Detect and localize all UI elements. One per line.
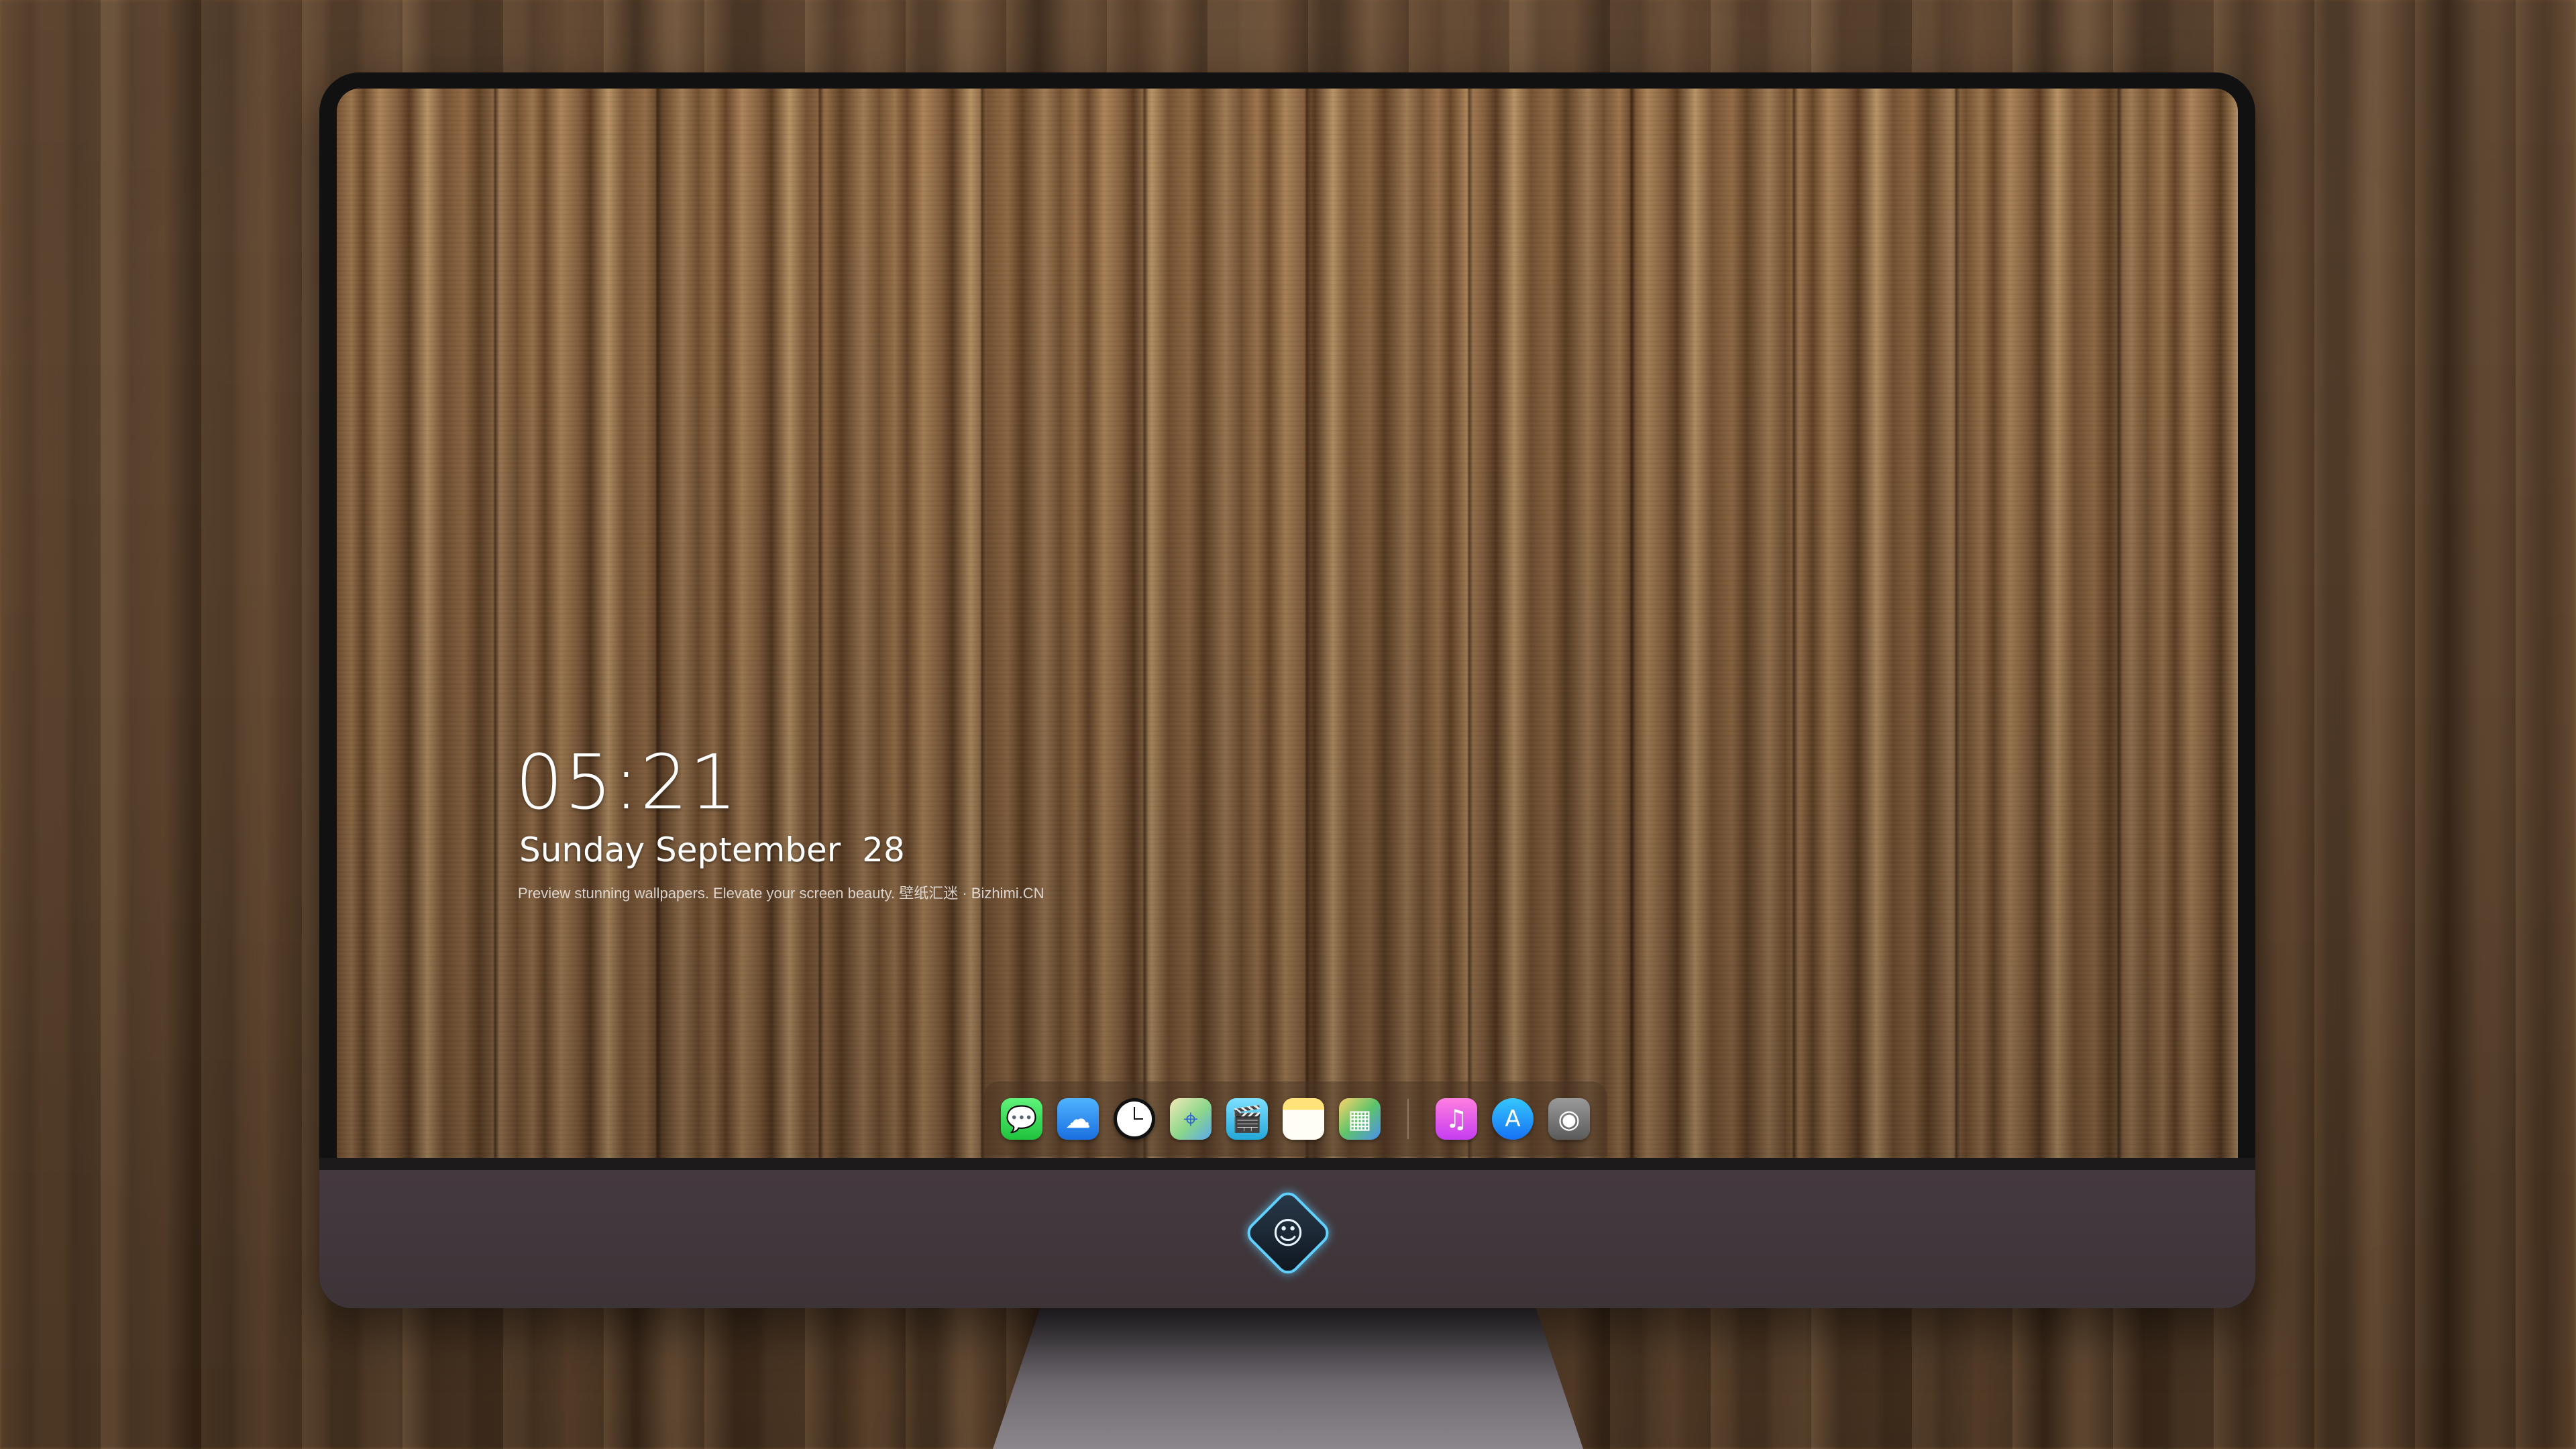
- maps-icon[interactable]: ⌖: [1170, 1098, 1212, 1140]
- monitor-stand: [993, 1308, 1583, 1449]
- clock-time: 05:21: [515, 739, 739, 826]
- bezel-bottom: [319, 1158, 2255, 1170]
- app-store-icon[interactable]: A: [1492, 1098, 1534, 1140]
- dock-separator: [1407, 1099, 1409, 1139]
- wallpaper-credit: Preview stunning wallpapers. Elevate you…: [518, 885, 1044, 902]
- monitor: 05:21 Sunday September 28 Preview stunni…: [319, 72, 2255, 1308]
- clock-icon[interactable]: [1114, 1098, 1155, 1140]
- desktop-screen: 05:21 Sunday September 28 Preview stunni…: [337, 89, 2238, 1158]
- messages-icon[interactable]: 💬: [1001, 1098, 1042, 1140]
- camera-icon[interactable]: ◉: [1548, 1098, 1590, 1140]
- photos-icon[interactable]: ▦: [1339, 1098, 1381, 1140]
- music-icon[interactable]: ♫: [1436, 1098, 1477, 1140]
- weather-icon[interactable]: ☁: [1057, 1098, 1099, 1140]
- lock-screen-info: 05:21 Sunday September 28 Preview stunni…: [515, 739, 1044, 903]
- logo-glyph: ☺: [1272, 1215, 1304, 1251]
- notes-icon[interactable]: [1283, 1098, 1324, 1140]
- dock: 💬 ☁ ⌖ 🎬 ▦ ♫ A ◉: [983, 1081, 1607, 1157]
- clock-date: Sunday September 28: [519, 830, 905, 869]
- clips-icon[interactable]: 🎬: [1226, 1098, 1268, 1140]
